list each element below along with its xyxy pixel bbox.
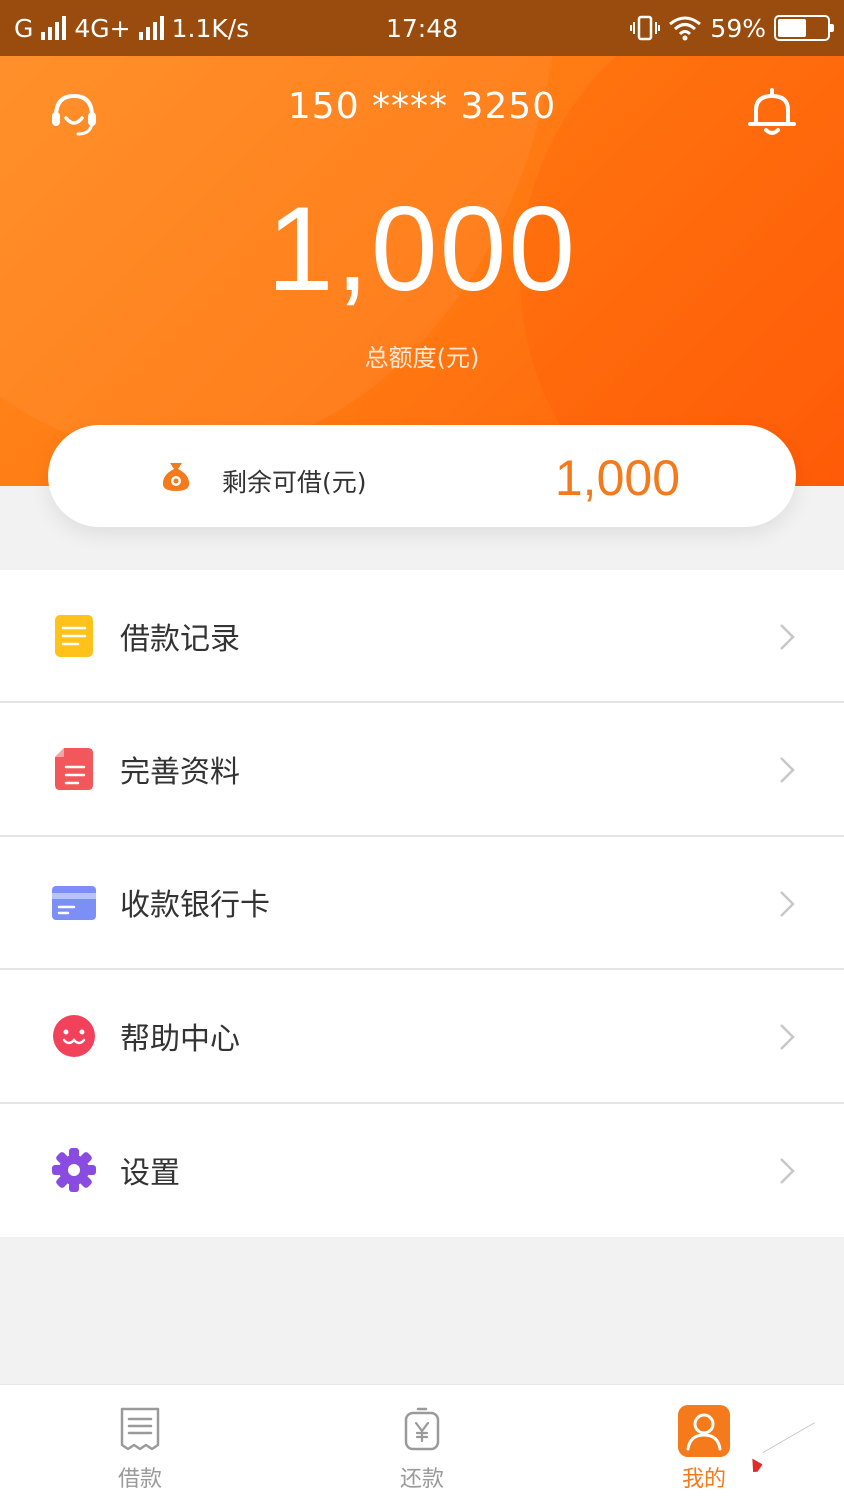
remaining-credit-value: 1,000 <box>554 450 680 506</box>
menu-item-bank-card[interactable]: 收款银行卡 <box>0 837 844 971</box>
smile-icon <box>53 1015 95 1058</box>
menu-label: 帮助中心 <box>120 1021 240 1057</box>
chevron-right-icon <box>780 624 795 650</box>
status-right: 59% <box>630 13 834 43</box>
bank-card-icon <box>52 885 96 920</box>
tab-repay[interactable]: 还款 <box>362 1385 482 1500</box>
chevron-right-icon <box>780 1024 795 1051</box>
carrier-1: G <box>14 13 34 43</box>
tab-label: 还款 <box>399 1467 444 1492</box>
network-speed: 1.1K/s <box>171 13 250 43</box>
note-icon <box>55 615 93 657</box>
signal-icon <box>41 16 67 40</box>
document-icon <box>55 748 93 791</box>
total-credit-label: 总额度(元) <box>364 344 480 372</box>
vibrate-icon <box>630 15 661 41</box>
status-bar: G 4G+ 1.1K/s 17:48 59% <box>0 0 844 56</box>
chevron-right-icon <box>780 1157 795 1184</box>
bell-icon[interactable] <box>744 84 800 140</box>
remaining-credit-card[interactable]: 剩余可借(元) 1,000 <box>48 425 796 527</box>
menu-item-loan-records[interactable]: 借款记录 <box>0 570 844 704</box>
carrier-2: 4G+ <box>74 13 131 43</box>
battery-percent: 59% <box>710 13 766 43</box>
signal-icon-2 <box>138 16 164 40</box>
wifi-icon <box>669 16 702 41</box>
phone-number: 150 **** 3250 <box>287 86 557 127</box>
bottom-tab-bar: 借款 还款 我的 <box>0 1384 844 1500</box>
chevron-right-icon <box>780 890 795 917</box>
menu-label: 完善资料 <box>120 755 240 791</box>
menu-label: 收款银行卡 <box>120 888 270 924</box>
menu-label: 借款记录 <box>120 621 240 657</box>
chevron-right-icon <box>780 757 795 784</box>
money-bag-icon <box>162 463 190 491</box>
battery-icon <box>774 15 834 41</box>
total-credit-amount: 1,000 <box>266 182 578 316</box>
menu-item-settings[interactable]: 设置 <box>0 1104 844 1237</box>
gear-icon <box>52 1147 96 1192</box>
tab-label: 借款 <box>117 1467 162 1492</box>
yen-icon <box>404 1407 440 1451</box>
tab-loan[interactable]: 借款 <box>80 1385 200 1500</box>
receipt-icon <box>120 1407 160 1451</box>
user-icon <box>678 1405 730 1457</box>
remaining-credit-label: 剩余可借(元) <box>222 468 367 497</box>
account-header: 150 **** 3250 1,000 总额度(元) <box>0 56 844 486</box>
menu-item-help-center[interactable]: 帮助中心 <box>0 970 844 1104</box>
status-left: G 4G+ 1.1K/s <box>14 14 249 43</box>
profile-menu: 借款记录 完善资料 收款银行卡 帮助中心 设置 <box>0 570 844 1237</box>
watermark-logo <box>752 1422 815 1473</box>
menu-label: 设置 <box>120 1156 180 1192</box>
menu-item-complete-profile[interactable]: 完善资料 <box>0 703 844 837</box>
